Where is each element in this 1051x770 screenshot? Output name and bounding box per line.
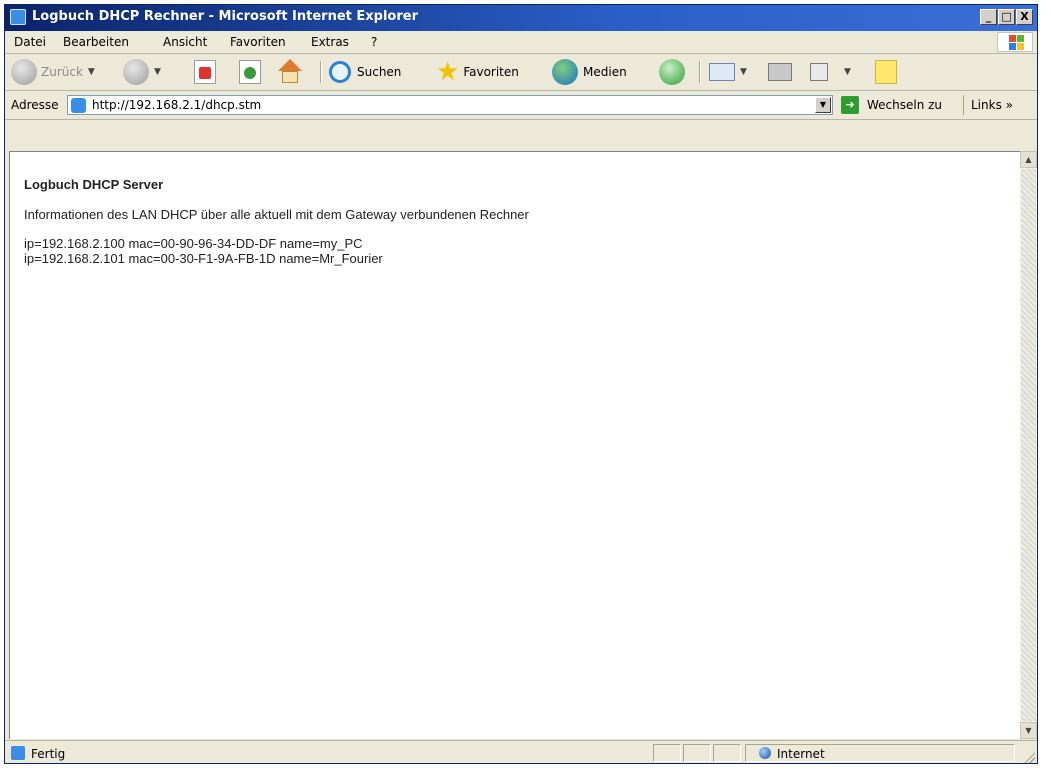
title-bar: Logbuch DHCP Rechner - Microsoft Interne… — [5, 5, 1037, 31]
back-label: Zurück — [41, 65, 83, 79]
stop-button[interactable] — [194, 57, 216, 87]
media-label: Medien — [583, 65, 627, 79]
note-icon — [875, 60, 897, 84]
address-bar: Adresse http://192.168.2.1/dhcp.stm ▼ ➔ … — [5, 91, 1037, 120]
home-icon — [277, 59, 303, 85]
toolbar-separator — [320, 61, 322, 83]
menu-extras[interactable]: Extras — [311, 35, 349, 49]
back-arrow-icon — [11, 59, 37, 85]
address-label: Adresse — [11, 98, 59, 112]
browser-window: Logbuch DHCP Rechner - Microsoft Interne… — [4, 4, 1038, 764]
edit-button[interactable]: ▼ — [810, 57, 851, 87]
ie-icon — [10, 9, 26, 25]
page-description: Informationen des LAN DHCP über alle akt… — [24, 207, 529, 222]
stop-icon — [194, 60, 216, 84]
mail-icon — [709, 63, 735, 81]
go-arrow-icon[interactable]: ➔ — [841, 96, 859, 114]
address-url[interactable]: http://192.168.2.1/dhcp.stm — [92, 98, 261, 112]
favorites-button[interactable]: ★ Favoriten — [436, 57, 519, 87]
search-button[interactable]: Suchen — [329, 57, 401, 87]
favorites-star-icon: ★ — [436, 57, 460, 87]
menu-datei[interactable]: Datei — [14, 35, 46, 49]
search-icon — [329, 61, 351, 83]
links-separator — [963, 95, 964, 115]
internet-globe-icon — [759, 747, 771, 759]
dhcp-entry: ip=192.168.2.101 mac=00-30-F1-9A-FB-1D n… — [24, 251, 383, 266]
media-icon — [552, 59, 578, 85]
forward-dropdown-icon: ▼ — [154, 67, 161, 77]
menu-help[interactable]: ? — [371, 35, 377, 49]
status-text: Fertig — [31, 747, 66, 761]
scrollbar-track[interactable] — [1021, 169, 1036, 721]
go-button[interactable]: Wechseln zu — [867, 98, 942, 112]
dhcp-entry: ip=192.168.2.100 mac=00-90-96-34-DD-DF n… — [24, 236, 363, 251]
forward-button[interactable]: ▼ — [123, 57, 161, 87]
status-bar: Fertig Internet — [5, 740, 1037, 763]
status-panel — [653, 744, 681, 762]
scroll-up-button[interactable]: ▲ — [1020, 151, 1037, 168]
history-icon — [659, 59, 685, 85]
windows-logo-icon — [997, 32, 1033, 52]
links-label: Links — [971, 98, 1002, 112]
status-panel — [683, 744, 711, 762]
refresh-icon — [239, 60, 261, 84]
menu-bar: Datei Bearbeiten Ansicht Favoriten Extra… — [5, 31, 1037, 54]
history-button[interactable] — [659, 57, 685, 87]
address-dropdown-icon[interactable]: ▼ — [815, 97, 831, 113]
home-button[interactable] — [277, 57, 303, 87]
forward-arrow-icon — [123, 59, 149, 85]
toolbar-separator — [699, 61, 701, 83]
messenger-button[interactable] — [875, 57, 897, 87]
print-icon — [768, 63, 792, 81]
minimize-button[interactable]: _ — [980, 9, 997, 25]
back-dropdown-icon: ▼ — [87, 67, 95, 77]
favorites-label: Favoriten — [463, 65, 519, 79]
mail-dropdown-icon: ▼ — [740, 67, 747, 77]
toolbar: Zurück ▼ ▼ Suchen ★ Favoriten Medien ▼ ▼ — [5, 54, 1037, 91]
menu-ansicht[interactable]: Ansicht — [163, 35, 207, 49]
maximize-button[interactable]: □ — [998, 9, 1015, 25]
window-title: Logbuch DHCP Rechner - Microsoft Interne… — [32, 9, 419, 24]
resize-grip-icon[interactable] — [1023, 751, 1035, 763]
vertical-scrollbar[interactable]: ▲ ▼ — [1020, 151, 1037, 739]
scroll-down-button[interactable]: ▼ — [1020, 722, 1037, 739]
page-done-icon — [11, 746, 25, 760]
edit-dropdown-icon: ▼ — [844, 67, 851, 77]
mail-button[interactable]: ▼ — [709, 57, 747, 87]
menu-favoriten[interactable]: Favoriten — [230, 35, 286, 49]
page-content: Logbuch DHCP Server Informationen des LA… — [9, 151, 1020, 739]
page-icon — [71, 98, 86, 113]
search-label: Suchen — [357, 65, 402, 79]
close-button[interactable]: X — [1016, 9, 1033, 25]
page-body: Logbuch DHCP Server Informationen des LA… — [24, 177, 529, 266]
print-button[interactable] — [768, 57, 792, 87]
links-button[interactable]: Links » — [971, 98, 1013, 112]
zone-label: Internet — [777, 747, 825, 761]
links-chevron-icon: » — [1005, 98, 1013, 112]
address-input[interactable]: http://192.168.2.1/dhcp.stm ▼ — [67, 95, 833, 115]
page-heading: Logbuch DHCP Server — [24, 177, 164, 192]
status-panel — [713, 744, 741, 762]
refresh-button[interactable] — [239, 57, 261, 87]
menu-bearbeiten[interactable]: Bearbeiten — [63, 35, 129, 49]
back-button[interactable]: Zurück ▼ — [11, 57, 95, 87]
edit-icon — [810, 63, 828, 81]
media-button[interactable]: Medien — [552, 57, 627, 87]
